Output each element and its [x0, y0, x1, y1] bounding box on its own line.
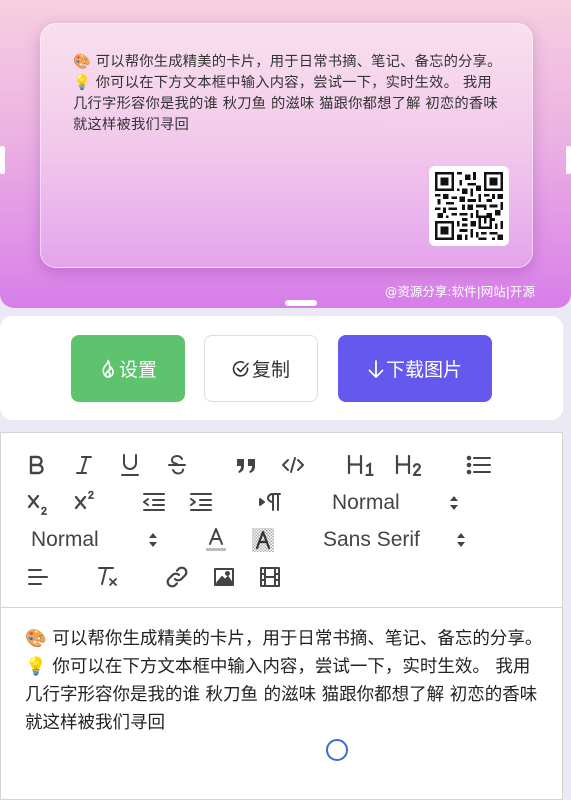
- bold-icon[interactable]: [26, 453, 48, 477]
- header-picker-value: Normal: [332, 491, 400, 514]
- qr-code: [429, 166, 509, 246]
- blockquote-icon[interactable]: [234, 453, 258, 477]
- outdent-icon[interactable]: [142, 491, 166, 513]
- picker-arrows-icon: [149, 533, 157, 547]
- editor-content[interactable]: 🎨 可以帮你生成精美的卡片，用于日常书摘、笔记、备忘的分享。 💡 你可以在下方文…: [25, 625, 545, 737]
- touch-cursor-indicator: [326, 739, 348, 761]
- download-image-button[interactable]: 下载图片: [338, 335, 492, 402]
- strikethrough-icon[interactable]: [166, 453, 188, 477]
- picker-arrows-icon: [450, 496, 458, 510]
- check-circle-icon: [232, 360, 250, 378]
- flame-icon: [99, 359, 117, 379]
- copy-button[interactable]: 复制: [204, 335, 318, 402]
- resize-handle-right[interactable]: [566, 146, 571, 174]
- code-block-icon[interactable]: [281, 453, 305, 477]
- action-bar: 设置 复制 下载图片: [0, 316, 563, 420]
- image-icon[interactable]: [212, 565, 236, 589]
- download-button-label: 下载图片: [385, 359, 462, 381]
- align-left-icon[interactable]: [26, 565, 50, 589]
- resize-handle-left[interactable]: [0, 146, 5, 174]
- underline-icon[interactable]: [119, 452, 141, 478]
- link-icon[interactable]: [164, 564, 190, 590]
- size-picker-value: Normal: [31, 528, 99, 551]
- resize-handle-bottom[interactable]: [285, 300, 317, 306]
- header2-icon[interactable]: [394, 453, 424, 477]
- clear-format-icon[interactable]: [95, 564, 121, 590]
- rich-text-editor: Normal Normal Sans Serif 🎨 可以帮你生成精美的卡片，用…: [0, 432, 563, 800]
- copy-button-label: 复制: [251, 359, 290, 381]
- settings-button[interactable]: 设置: [71, 335, 185, 402]
- preview-card: 🎨 可以帮你生成精美的卡片，用于日常书摘、笔记、备忘的分享。 💡 你可以在下方文…: [40, 23, 533, 268]
- font-picker-value: Sans Serif: [323, 528, 420, 551]
- picker-arrows-icon: [457, 533, 465, 547]
- watermark: @资源分享:软件|网站|开源: [384, 284, 535, 299]
- card-preview-area: 🎨 可以帮你生成精美的卡片，用于日常书摘、笔记、备忘的分享。 💡 你可以在下方文…: [0, 0, 571, 308]
- editor-toolbar: Normal Normal Sans Serif: [1, 433, 562, 608]
- font-picker[interactable]: Sans Serif: [323, 525, 473, 555]
- card-text: 🎨 可以帮你生成精美的卡片，用于日常书摘、笔记、备忘的分享。 💡 你可以在下方文…: [73, 54, 502, 133]
- video-icon[interactable]: [258, 565, 282, 589]
- size-picker[interactable]: Normal: [31, 525, 161, 555]
- italic-icon[interactable]: [73, 453, 95, 477]
- superscript-icon[interactable]: [73, 487, 99, 515]
- arrow-down-icon: [368, 359, 384, 379]
- indent-icon[interactable]: [189, 491, 213, 513]
- bullet-list-icon[interactable]: [466, 453, 492, 477]
- header1-icon[interactable]: [346, 453, 376, 477]
- rtl-direction-icon[interactable]: [257, 491, 283, 513]
- subscript-icon[interactable]: [26, 489, 52, 517]
- background-color-icon[interactable]: [251, 526, 275, 554]
- header-picker[interactable]: Normal: [332, 488, 462, 518]
- settings-button-label: 设置: [118, 359, 157, 381]
- font-color-icon[interactable]: [204, 526, 228, 554]
